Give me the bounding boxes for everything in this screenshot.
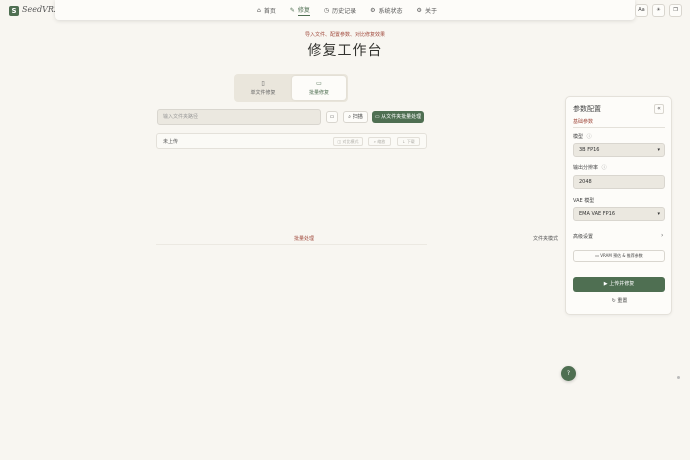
wand-icon: ✎ [289, 7, 295, 14]
tab-single-file[interactable]: ▯ 单文件修复 [236, 76, 290, 100]
preview-toolbar: 未上传 ◫ 对比模式 ⌕ 缩放 ↓ 下载 [156, 133, 427, 149]
model-label: 模型 ⓘ [573, 133, 592, 140]
reset-icon: ↻ [611, 298, 616, 304]
app-logo: S [9, 6, 19, 16]
zoom-icon: ⌕ [373, 139, 376, 144]
basic-params-section: 基础参数 [573, 119, 594, 125]
file-icon: ▯ [261, 80, 265, 87]
download-button[interactable]: ↓ 下载 [397, 137, 420, 146]
tab-batch[interactable]: ▭ 批量修复 [292, 76, 346, 100]
search-icon: ⌕ [348, 114, 352, 120]
folder-icon: ▭ [329, 114, 335, 120]
gear-icon: ⚙ [370, 7, 376, 14]
resolution-input[interactable]: 2048 [573, 175, 665, 189]
window-button[interactable]: ❐ [669, 4, 682, 17]
batch-process-label: 批量处理 [294, 236, 315, 242]
parameter-panel: 参数配置 « 基础参数 模型 ⓘ 3B FP16 ▾ 输出分辨率 ⓘ 2048 … [565, 96, 672, 315]
panel-title: 参数配置 [573, 105, 601, 113]
app-name: SeedVR2 [22, 5, 59, 14]
scan-label: 扫描 [352, 114, 363, 120]
nav-item-about[interactable]: ⚙ 关于 [417, 5, 437, 16]
top-navigation: ⌂ 首页 ✎ 修复 ◷ 历史记录 ⚙ 系统状态 ⚙ 关于 [55, 0, 635, 20]
folder-icon: ▭ [316, 80, 322, 87]
download-label: 下载 [406, 139, 415, 144]
zoom-button[interactable]: ⌕ 缩放 [368, 137, 391, 146]
info-icon[interactable]: ⓘ [587, 134, 592, 140]
advanced-settings-toggle[interactable]: 高级设置 [573, 233, 593, 240]
model-select[interactable]: 3B FP16 ▾ [573, 143, 665, 157]
vram-estimate-label: VRAM 预估 & 推荐参数 [600, 253, 643, 258]
nav-item-home[interactable]: ⌂ 首页 [257, 5, 276, 16]
tab-label: 批量修复 [308, 90, 329, 96]
nav-item-label: 修复 [297, 7, 310, 16]
help-button[interactable]: ? [561, 366, 576, 381]
nav-item-system-status[interactable]: ⚙ 系统状态 [370, 5, 402, 16]
page-title: 修复工作台 [307, 43, 383, 59]
folder-icon: ▭ [374, 114, 380, 120]
mode-tabs: ▯ 单文件修复 ▭ 批量修复 [234, 74, 348, 102]
folder-mode-label: 文件夹模式 [533, 236, 559, 242]
gpu-icon: ▭ [595, 253, 599, 258]
tab-label: 单文件修复 [250, 90, 276, 96]
sun-icon: ☀ [656, 7, 661, 13]
nav-item-restore[interactable]: ✎ 修复 [290, 5, 310, 16]
nav-item-label: 关于 [424, 8, 437, 15]
reset-label: 重置 [617, 298, 628, 304]
play-icon: ▶ [603, 281, 608, 287]
nav-item-label: 首页 [263, 8, 276, 15]
zoom-label: 缩放 [377, 139, 386, 144]
nav-item-label: 系统状态 [378, 8, 403, 15]
resolution-label-text: 输出分辨率 [573, 165, 599, 171]
window-icon: ❐ [673, 7, 678, 13]
batch-process-button[interactable]: ▭ 从文件夹批量处理 [372, 111, 424, 123]
model-value: 3B FP16 [579, 147, 600, 153]
info-icon[interactable]: ⓘ [602, 165, 607, 171]
theme-toggle-button[interactable]: ☀ [652, 4, 665, 17]
scan-button[interactable]: ⌕ 扫描 [343, 111, 368, 123]
scroll-indicator [677, 376, 680, 379]
upload-and-restore-button[interactable]: ▶ 上传并修复 [573, 277, 665, 292]
home-icon: ⌂ [257, 7, 261, 14]
chevron-down-icon: ▾ [657, 147, 660, 153]
upload-label: 上传并修复 [609, 281, 635, 287]
reset-button[interactable]: ↻ 重置 [566, 297, 673, 304]
vae-model-label: VAE 模型 [573, 198, 595, 204]
browse-folder-button[interactable]: ▭ [326, 111, 338, 123]
nav-item-label: 历史记录 [332, 8, 357, 15]
download-icon: ↓ [402, 139, 406, 144]
font-size-button[interactable]: Aa [635, 4, 648, 17]
resolution-value: 2048 [579, 179, 592, 185]
vae-model-select[interactable]: EMA VAE FP16 ▾ [573, 207, 665, 221]
compare-mode-button[interactable]: ◫ 对比模式 [333, 137, 363, 146]
vae-model-value: EMA VAE FP16 [579, 211, 616, 217]
gear-icon: ⚙ [416, 7, 422, 14]
model-label-text: 模型 [573, 134, 584, 140]
divider [156, 244, 427, 245]
vram-estimate-button[interactable]: ▭ VRAM 预估 & 推荐参数 [573, 250, 665, 262]
nav-item-history[interactable]: ◷ 历史记录 [324, 5, 356, 16]
divider [573, 127, 665, 128]
batch-process-label: 从文件夹批量处理 [381, 114, 422, 120]
upload-status: 未上传 [163, 139, 179, 145]
chevron-down-icon: ▾ [657, 211, 660, 217]
collapse-panel-button[interactable]: « [654, 104, 664, 114]
folder-path-input[interactable]: 输入文件夹路径 [157, 109, 321, 125]
chevron-right-icon[interactable]: › [661, 232, 663, 239]
chevron-left-icon: « [657, 105, 661, 112]
compare-label: 对比模式 [342, 139, 359, 144]
resolution-label: 输出分辨率 ⓘ [573, 164, 607, 171]
clock-icon: ◷ [323, 7, 330, 14]
page-subtitle: 导入文件、配置参数、对比修复效果 [304, 32, 385, 38]
compare-icon: ◫ [337, 139, 342, 144]
